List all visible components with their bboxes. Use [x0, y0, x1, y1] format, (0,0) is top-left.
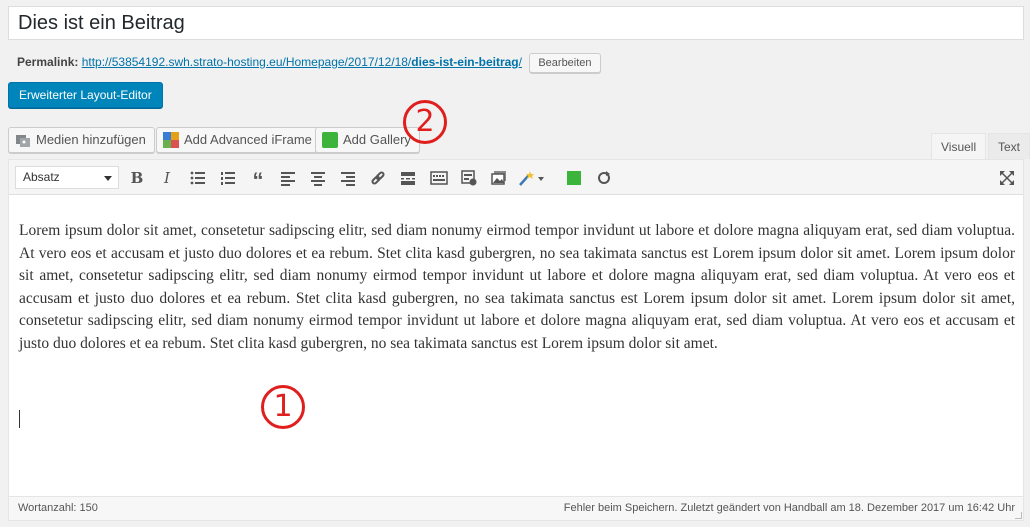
editor-content[interactable]: Lorem ipsum dolor sit amet, consetetur s… — [19, 220, 1015, 355]
text-cursor — [19, 410, 20, 428]
format-select[interactable]: Absatz — [15, 166, 119, 189]
align-center-icon[interactable] — [306, 166, 330, 190]
numbered-list-icon[interactable] — [216, 166, 240, 190]
toolbar-toggle-icon[interactable] — [427, 166, 451, 190]
permalink-label: Permalink: — [17, 55, 79, 69]
add-iframe-button[interactable]: Add Advanced iFrame — [156, 127, 321, 153]
layout-editor-button[interactable]: Erweiterter Layout-Editor — [8, 82, 163, 108]
media-icon — [15, 132, 31, 148]
align-left-icon[interactable] — [276, 166, 300, 190]
format-select-value: Absatz — [23, 170, 60, 184]
fullscreen-icon[interactable] — [995, 166, 1019, 190]
editor-box: Absatz B I “ Lorem ipsum dolor sit amet,… — [8, 159, 1024, 521]
refresh-icon[interactable] — [592, 166, 616, 190]
edit-slug-button[interactable]: Bearbeiten — [529, 52, 601, 73]
permalink-slug: dies-ist-ein-beitrag — [411, 55, 519, 69]
magic-wand-icon[interactable] — [517, 166, 547, 190]
status-bar: Wortanzahl: 150 Fehler beim Speichern. Z… — [9, 496, 1023, 520]
tab-visual[interactable]: Visuell — [931, 133, 987, 159]
image-icon[interactable] — [487, 166, 511, 190]
align-right-icon[interactable] — [336, 166, 360, 190]
gallery-icon — [322, 132, 338, 148]
permalink-trailing: / — [518, 55, 522, 69]
bold-icon[interactable]: B — [125, 166, 149, 190]
add-gallery-label: Add Gallery — [343, 132, 411, 147]
save-status: Fehler beim Speichern. Zuletzt geändert … — [563, 502, 1015, 514]
tab-text[interactable]: Text — [988, 133, 1030, 159]
permalink-link[interactable]: http://53854192.swh.strato-hosting.eu/Ho… — [82, 55, 522, 69]
editor-toolbar: Absatz B I “ — [9, 160, 1023, 195]
add-media-button[interactable]: Medien hinzufügen — [8, 127, 155, 153]
green-square-icon[interactable] — [562, 166, 586, 190]
italic-icon[interactable]: I — [155, 166, 179, 190]
annotation-two: 2 — [403, 100, 447, 144]
add-media-label: Medien hinzufügen — [36, 132, 146, 147]
blockquote-icon[interactable]: “ — [246, 166, 270, 193]
shortcode-icon[interactable] — [457, 166, 481, 190]
word-count: Wortanzahl: 150 — [18, 502, 98, 514]
post-title-input[interactable]: Dies ist ein Beitrag — [8, 6, 1024, 40]
iframe-icon — [163, 132, 179, 148]
permalink-base: http://53854192.swh.strato-hosting.eu/Ho… — [81, 55, 412, 69]
chevron-down-icon — [104, 176, 112, 181]
permalink-row: Permalink: http://53854192.swh.strato-ho… — [17, 52, 601, 73]
link-icon[interactable] — [366, 166, 390, 190]
annotation-one: 1 — [261, 385, 305, 429]
resize-handle[interactable] — [1015, 512, 1022, 519]
bullet-list-icon[interactable] — [186, 166, 210, 190]
read-more-icon[interactable] — [396, 166, 420, 190]
add-iframe-label: Add Advanced iFrame — [184, 132, 312, 147]
